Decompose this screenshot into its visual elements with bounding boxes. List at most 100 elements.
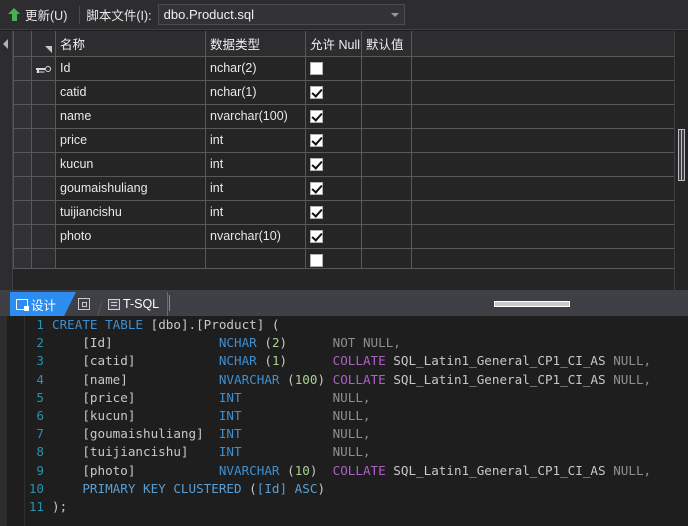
columns-table: 名称 数据类型 允许 Null 默认值 Id nchar(2) catid nc… — [13, 31, 675, 273]
script-file-label: 脚本文件(I): — [86, 9, 152, 23]
columns-table-body: Id nchar(2) catid nchar(1) name nvarchar… — [13, 55, 675, 273]
cell-datatype[interactable]: int — [205, 199, 306, 225]
tab-design-label: 设计 — [31, 298, 57, 313]
cell-name[interactable]: kucun — [55, 151, 206, 177]
toolbar-separator — [79, 5, 81, 24]
header-name[interactable]: 名称 — [55, 31, 206, 57]
tab-tsql-label: T-SQL — [123, 297, 160, 311]
cell-name[interactable]: price — [55, 127, 206, 153]
cell-name[interactable]: tuijiancishu — [55, 199, 206, 225]
table-row[interactable]: photo nvarchar(10) — [13, 223, 675, 249]
cell-datatype[interactable]: int — [205, 127, 306, 153]
cell-datatype[interactable]: nvarchar(100) — [205, 103, 306, 129]
tabstrip-divider — [169, 295, 171, 311]
cell-allow-null[interactable] — [305, 79, 362, 105]
cell-name[interactable]: name — [55, 103, 206, 129]
header-select-corner — [13, 31, 32, 57]
cell-datatype[interactable]: int — [205, 175, 306, 201]
primary-key-cell — [31, 103, 56, 129]
cell-datatype[interactable]: nvarchar(10) — [205, 223, 306, 249]
allow-null-checkbox[interactable] — [310, 134, 323, 148]
line-number: 2 — [36, 335, 44, 351]
cell-allow-null[interactable] — [305, 223, 362, 249]
cell-filler — [411, 199, 675, 225]
editor-horizontal-scrollbar[interactable] — [494, 301, 570, 307]
table-row[interactable]: price int — [13, 127, 675, 153]
allow-null-checkbox[interactable] — [310, 206, 323, 220]
line-number: 7 — [36, 426, 44, 442]
cell-default[interactable] — [361, 127, 412, 153]
update-button[interactable]: 更新(U) — [4, 4, 73, 26]
tab-script[interactable] — [68, 292, 106, 316]
cell-default[interactable] — [361, 199, 412, 225]
primary-key-cell — [31, 151, 56, 177]
cell-name[interactable]: Id — [55, 55, 206, 81]
allow-null-checkbox[interactable] — [310, 254, 323, 268]
cell-allow-null[interactable] — [305, 151, 362, 177]
cell-default[interactable] — [361, 79, 412, 105]
cell-allow-null[interactable] — [305, 103, 362, 129]
row-selector[interactable] — [13, 151, 32, 177]
tab-tsql[interactable]: T-SQL — [102, 292, 169, 316]
script-file-value: dbo.Product.sql — [163, 7, 254, 22]
tsql-code-editor[interactable]: 1 CREATE TABLE [dbo].[Product] ( 2 [Id] N… — [0, 316, 688, 526]
allow-null-checkbox[interactable] — [310, 158, 323, 172]
table-row[interactable]: kucun int — [13, 151, 675, 177]
table-header-row: 名称 数据类型 允许 Null 默认值 — [13, 31, 675, 57]
row-selector[interactable] — [13, 79, 32, 105]
cell-allow-null[interactable] — [305, 175, 362, 201]
chevron-down-icon[interactable] — [386, 5, 404, 24]
line-number: 3 — [36, 353, 44, 369]
line-number: 11 — [28, 499, 44, 515]
grid-scroll-thumb[interactable] — [678, 129, 685, 181]
up-arrow-icon — [7, 7, 21, 22]
table-row[interactable]: Id nchar(2) — [13, 55, 675, 81]
allow-null-checkbox[interactable] — [310, 182, 323, 196]
cell-datatype[interactable]: nchar(2) — [205, 55, 306, 81]
table-row[interactable]: name nvarchar(100) — [13, 103, 675, 129]
table-row[interactable]: tuijiancishu int — [13, 199, 675, 225]
table-row[interactable]: catid nchar(1) — [13, 79, 675, 105]
line-number: 4 — [36, 371, 44, 387]
header-datatype[interactable]: 数据类型 — [205, 31, 306, 57]
tab-design[interactable]: 设计 — [10, 292, 77, 316]
primary-key-cell — [31, 223, 56, 249]
cell-default[interactable] — [361, 151, 412, 177]
cell-allow-null[interactable] — [305, 55, 362, 81]
row-selector[interactable] — [13, 199, 32, 225]
cell-default[interactable] — [361, 55, 412, 81]
key-icon — [36, 65, 51, 73]
header-allow-null[interactable]: 允许 Null — [305, 31, 362, 57]
row-selector[interactable] — [13, 175, 32, 201]
cell-allow-null[interactable] — [305, 127, 362, 153]
cell-datatype[interactable]: nchar(1) — [205, 79, 306, 105]
cell-filler — [411, 175, 675, 201]
cell-filler — [411, 103, 675, 129]
cell-datatype[interactable]: int — [205, 151, 306, 177]
allow-null-checkbox[interactable] — [310, 110, 323, 124]
allow-null-checkbox[interactable] — [310, 230, 323, 244]
grid-empty-area — [13, 268, 674, 290]
row-selector[interactable] — [13, 55, 32, 81]
cell-name[interactable]: catid — [55, 79, 206, 105]
row-selector[interactable] — [13, 103, 32, 129]
allow-null-checkbox[interactable] — [310, 62, 323, 76]
cell-default[interactable] — [361, 223, 412, 249]
row-selector[interactable] — [13, 127, 32, 153]
code-text[interactable]: 1 CREATE TABLE [dbo].[Product] ( 2 [Id] N… — [0, 316, 651, 516]
collapse-triangle-icon[interactable] — [3, 39, 8, 49]
cell-default[interactable] — [361, 175, 412, 201]
header-default[interactable]: 默认值 — [361, 31, 412, 57]
primary-key-cell — [31, 175, 56, 201]
grid-vertical-scrollbar[interactable] — [674, 31, 688, 290]
cell-name[interactable]: goumaishuliang — [55, 175, 206, 201]
allow-null-checkbox[interactable] — [310, 86, 323, 100]
cell-default[interactable] — [361, 103, 412, 129]
cell-filler — [411, 127, 675, 153]
script-file-combobox[interactable]: dbo.Product.sql — [157, 4, 405, 25]
table-row[interactable]: goumaishuliang int — [13, 175, 675, 201]
update-button-label: 更新(U) — [25, 9, 68, 23]
row-selector[interactable] — [13, 223, 32, 249]
cell-allow-null[interactable] — [305, 199, 362, 225]
cell-name[interactable]: photo — [55, 223, 206, 249]
